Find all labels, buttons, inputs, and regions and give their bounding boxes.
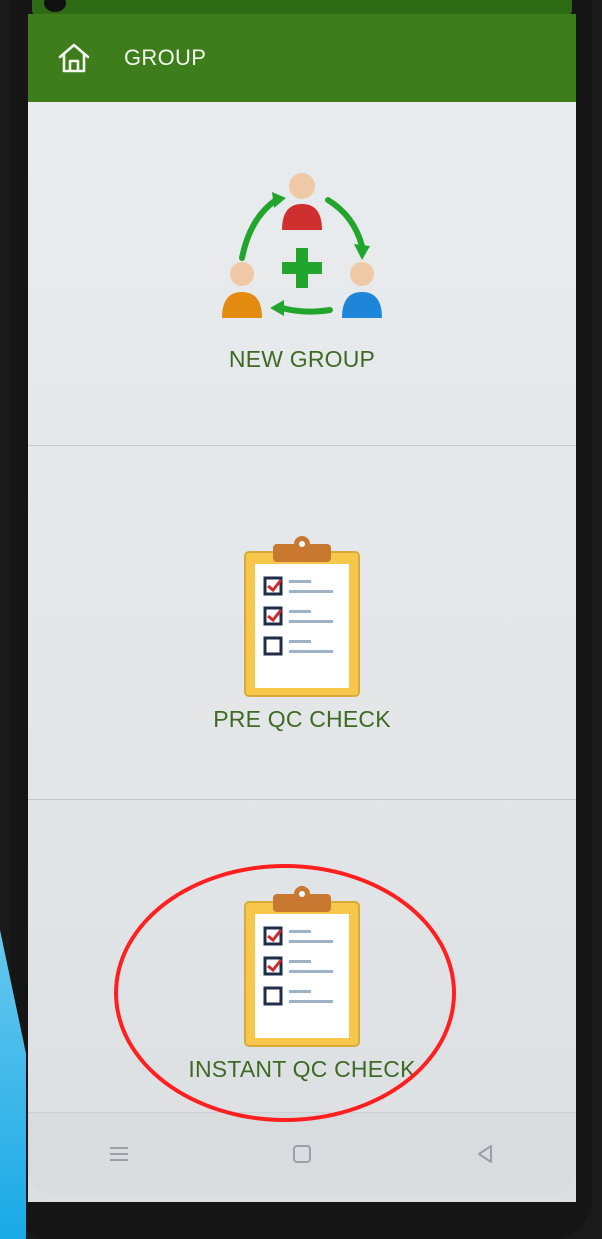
clipboard-checklist-icon [244,536,360,697]
clipboard-checklist-icon [244,886,360,1047]
group-add-icon [222,173,382,318]
back-triangle-icon[interactable] [455,1129,515,1179]
phone-frame: GROUP NEW GROUP PRE QC CHECK INSTANT QC … [10,0,592,1239]
pre-qc-check-tile[interactable]: PRE QC CHECK [28,446,576,800]
tile-label: NEW GROUP [228,346,376,372]
home-icon[interactable] [50,34,98,82]
app-bar: GROUP [28,14,576,102]
page-title: GROUP [124,45,207,70]
menu-icon[interactable] [89,1129,149,1179]
square-home-icon[interactable] [272,1129,332,1179]
new-group-tile[interactable]: NEW GROUP [28,102,576,446]
instant-qc-check-tile[interactable]: INSTANT QC CHECK [28,800,576,1160]
system-nav-bar [28,1112,576,1195]
menu-screen: NEW GROUP PRE QC CHECK INSTANT QC CHECK [28,102,576,1202]
tile-label: INSTANT QC CHECK [188,1056,416,1082]
tile-label: PRE QC CHECK [213,706,391,732]
